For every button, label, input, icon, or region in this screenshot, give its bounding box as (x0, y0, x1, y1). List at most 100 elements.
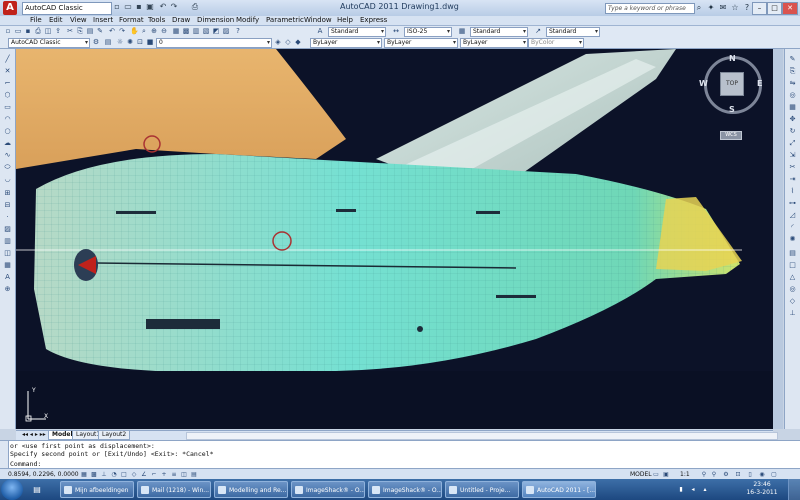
close-button[interactable]: ✕ (782, 2, 798, 15)
open-icon[interactable]: ▭ (123, 2, 133, 12)
transparency-icon[interactable]: ◫ (180, 471, 188, 478)
drawing-canvas[interactable]: N S E W TOP WCS Y X (16, 49, 773, 429)
line-icon[interactable]: ╱ (3, 55, 12, 64)
fillet-icon[interactable]: ◜ (788, 223, 797, 232)
menu-express[interactable]: Express (360, 16, 387, 25)
snap-midpoint-icon[interactable]: △ (788, 273, 797, 282)
workspace-dropdown[interactable]: AutoCAD Classic (8, 38, 90, 48)
menu-help[interactable]: Help (337, 16, 353, 25)
break-icon[interactable]: ⌇ (788, 187, 797, 196)
mirror-icon[interactable]: ⇋ (788, 79, 797, 88)
command-window-handle[interactable] (0, 441, 9, 469)
grid-display-icon[interactable]: ▩ (90, 471, 98, 478)
network-icon[interactable]: ▮ (676, 482, 686, 497)
minimize-button[interactable]: – (752, 2, 767, 15)
workspace-dropdown[interactable]: AutoCAD Classic (22, 2, 112, 15)
menu-window[interactable]: Window (304, 16, 332, 25)
workspace-switching-icon[interactable]: ⚙ (722, 471, 730, 478)
search-icon[interactable]: ⌕ (694, 3, 704, 13)
compass-south[interactable]: S (729, 105, 735, 114)
copy-icon[interactable]: ⎘ (76, 27, 84, 35)
autoscale-icon[interactable]: ⚲ (710, 471, 718, 478)
horizontal-scrollbar[interactable] (186, 432, 778, 440)
region-icon[interactable]: ◫ (3, 249, 12, 258)
explode-icon[interactable]: ✺ (788, 235, 797, 244)
lineweight-dropdown[interactable]: ByLayer (460, 38, 528, 48)
annotation-visibility-icon[interactable]: ⚲ (700, 471, 708, 478)
help-icon[interactable]: ? (234, 27, 242, 35)
trim-icon[interactable]: ✂ (788, 163, 797, 172)
model-space-label[interactable]: MODEL (630, 470, 652, 479)
snap-endpoint-icon[interactable]: □ (788, 261, 797, 270)
lock-ui-icon[interactable]: ⊡ (734, 471, 742, 478)
menu-format[interactable]: Format (119, 16, 144, 25)
redo-icon[interactable]: ↷ (118, 27, 126, 35)
insert-block-icon[interactable]: ⊞ (3, 189, 12, 198)
dim-style-dropdown[interactable]: ISO-25 (404, 27, 452, 37)
preview-icon[interactable]: ◫ (44, 27, 52, 35)
snap-mode-icon[interactable]: ▦ (80, 471, 88, 478)
taskbar-item[interactable]: ImageShack® - O... (291, 481, 365, 498)
spline-icon[interactable]: ∿ (3, 151, 12, 160)
help-search-input[interactable]: Type a keyword or phrase (605, 3, 695, 14)
taskbar-item[interactable]: Untitled - Proje... (445, 481, 519, 498)
right-scrollbar[interactable] (773, 49, 783, 429)
gradient-icon[interactable]: ▥ (3, 237, 12, 246)
volume-icon[interactable]: ◂ (688, 482, 698, 497)
linetype-dropdown[interactable]: ByLayer (384, 38, 458, 48)
compass-east[interactable]: E (757, 79, 762, 88)
zoom-realtime-icon[interactable]: ⌕ (140, 27, 148, 35)
color-dropdown[interactable]: ByLayer (310, 38, 382, 48)
join-icon[interactable]: ⊶ (788, 199, 797, 208)
multileader-style-icon[interactable]: ↗ (534, 27, 542, 35)
isolate-objects-icon[interactable]: ◉ (758, 471, 766, 478)
menu-modify[interactable]: Modify (236, 16, 259, 25)
snap-center-icon[interactable]: ◎ (788, 285, 797, 294)
taskbar-item[interactable]: Mijn afbeeldingen (60, 481, 134, 498)
menu-parametric[interactable]: Parametric (266, 16, 304, 25)
make-current-icon[interactable]: ◈ (274, 38, 282, 46)
extend-icon[interactable]: ⇥ (788, 175, 797, 184)
layer-dropdown[interactable]: 0 (156, 38, 272, 48)
quick-view-layouts-icon[interactable]: ▭ (652, 471, 660, 478)
text-style-dropdown[interactable]: Standard (328, 27, 386, 37)
rectangle-icon[interactable]: ▭ (3, 103, 12, 112)
menu-view[interactable]: View (70, 16, 87, 25)
compass-west[interactable]: W (699, 79, 708, 88)
save-icon[interactable]: ▪ (24, 27, 32, 35)
menu-draw[interactable]: Draw (172, 16, 190, 25)
matchprop-icon[interactable]: ✎ (96, 27, 104, 35)
revcloud-icon[interactable]: ☁ (3, 139, 12, 148)
cut-icon[interactable]: ✂ (66, 27, 74, 35)
table-icon[interactable]: ▦ (3, 261, 12, 270)
properties-icon[interactable]: ▦ (172, 27, 180, 35)
toolpalette-icon[interactable]: ▥ (192, 27, 200, 35)
lightbulb-icon[interactable]: ☼ (116, 38, 124, 46)
sun-icon[interactable]: ✺ (126, 38, 134, 46)
erase-icon[interactable]: ✎ (788, 55, 797, 64)
command-prompt[interactable]: Command: (10, 460, 41, 468)
new-icon[interactable]: ▫ (112, 2, 122, 12)
quickcalc-icon[interactable]: ▨ (222, 27, 230, 35)
point-icon[interactable]: · (3, 213, 12, 222)
explorer-icon[interactable]: ▤ (28, 482, 46, 497)
open-icon[interactable]: ▭ (14, 27, 22, 35)
dim-style-icon[interactable]: ↔ (392, 27, 400, 35)
zoom-window-icon[interactable]: ⊕ (150, 27, 158, 35)
maximize-button[interactable]: □ (767, 2, 782, 15)
clean-screen-icon[interactable]: ▢ (770, 471, 778, 478)
table-style-icon[interactable]: ▦ (458, 27, 466, 35)
tab-nav-icons[interactable]: ◂◂ ◂ ▸ ▸▸ (22, 431, 46, 439)
snap-perpendicular-icon[interactable]: ⊥ (788, 309, 797, 318)
taskbar-item[interactable]: Modelling and Re... (214, 481, 288, 498)
otrack-icon[interactable]: ∠ (140, 471, 148, 478)
polar-tracking-icon[interactable]: ◔ (110, 471, 118, 478)
help-icon[interactable]: ? (742, 3, 752, 13)
mtext-icon[interactable]: A (3, 273, 12, 282)
menu-insert[interactable]: Insert (93, 16, 113, 25)
taskbar-item[interactable]: Mail (1218) - Win... (137, 481, 211, 498)
quick-view-drawings-icon[interactable]: ▣ (662, 471, 670, 478)
saveas-icon[interactable]: ▣ (145, 2, 155, 12)
autocad-logo-icon[interactable]: A (3, 1, 17, 15)
menu-dimension[interactable]: Dimension (197, 16, 234, 25)
